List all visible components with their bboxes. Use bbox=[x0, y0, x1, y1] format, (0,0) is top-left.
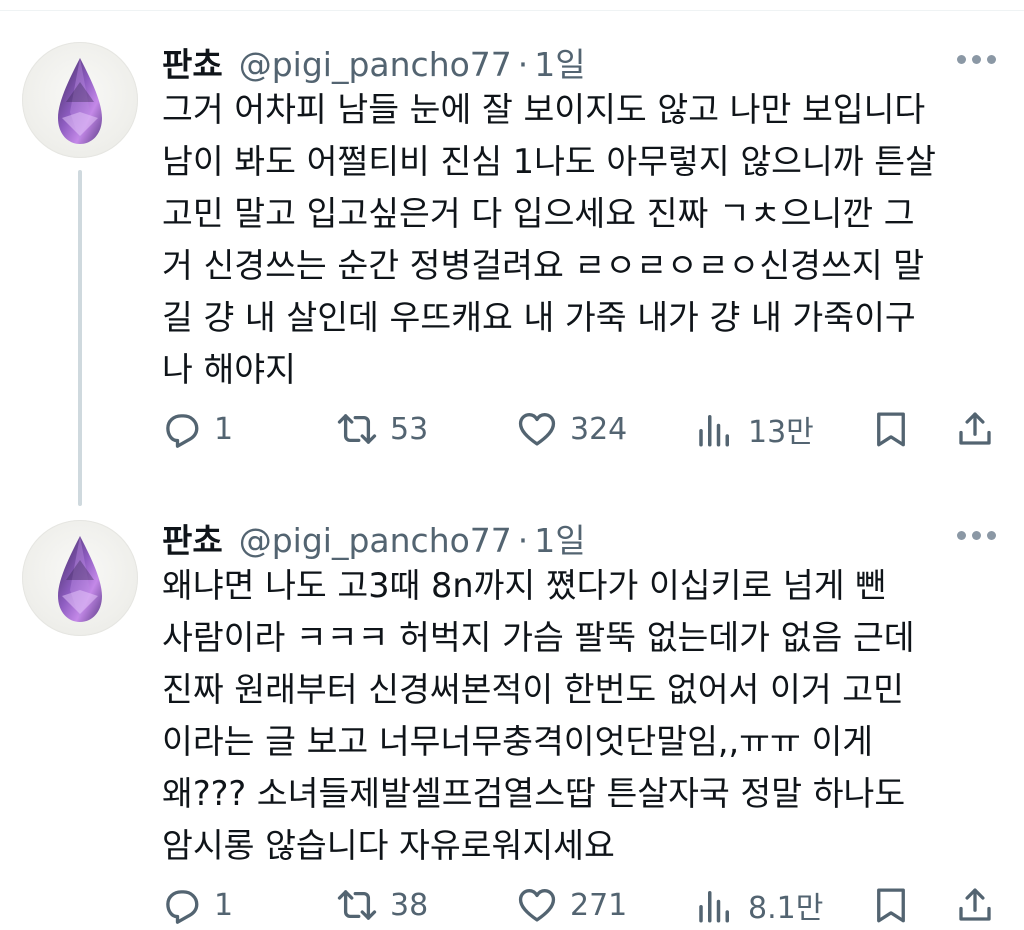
reply-count: 1 bbox=[214, 887, 234, 923]
author-handle[interactable]: @pigi_pancho77 bbox=[239, 45, 512, 84]
heart-icon bbox=[518, 412, 556, 446]
tweet-text-line: 이라는 글 보고 너무너무충격이엇단말임,,ㅠㅠ 이게 bbox=[162, 722, 874, 761]
tweet-text-line: 나 해야지 bbox=[162, 350, 296, 389]
views-count: 8.1만 bbox=[748, 891, 824, 926]
tweet-text: 그거 어차피 남들 눈에 잘 보이지도 않고 나만 보입니다 남이 봐도 어쩔티… bbox=[162, 84, 1012, 396]
tweet-text-line: 남이 봐도 어쩔티비 진심 1나도 아무렇지 않으니까 튼살 bbox=[162, 142, 936, 181]
author-name[interactable]: 판쵸 bbox=[162, 38, 223, 86]
tweet-text-line: 거 신경쓰는 순간 정병걸려요 ㄹㅇㄹㅇㄹㅇ신경쓰지 말 bbox=[162, 246, 925, 285]
tweet-text-line: 그거 어차피 남들 눈에 잘 보이지도 않고 나만 보입니다 bbox=[162, 90, 926, 129]
tweet-text-line: 고민 말고 입고싶은거 다 입으세요 진짜 ㄱㅊ으니깐 그 bbox=[162, 194, 915, 233]
tweet-text-line: 왜??? 소녀들제발셀프검열스땁 튼살자국 정말 하나도 bbox=[162, 774, 906, 813]
share-button[interactable] bbox=[954, 880, 996, 930]
avatar[interactable] bbox=[22, 520, 138, 636]
reply-count: 1 bbox=[214, 411, 234, 447]
tweet[interactable]: 판쵸 @pigi_pancho77 · 1일 그거 어차피 남들 눈에 잘 보이… bbox=[0, 0, 1024, 506]
bookmark-button[interactable] bbox=[870, 880, 912, 930]
more-dots-icon[interactable] bbox=[955, 526, 999, 546]
tweet-text: 왜냐면 나도 고3때 8n까지 쪘다가 이십키로 넘게 뺀 사람이라 ㅋㅋㅋ 허… bbox=[162, 560, 1012, 872]
tweet-actions: 1 53 324 13만 bbox=[0, 404, 1024, 454]
timestamp[interactable]: 1일 bbox=[534, 38, 585, 86]
reply-button[interactable]: 1 bbox=[160, 404, 233, 454]
share-button[interactable] bbox=[954, 404, 996, 454]
share-icon bbox=[959, 412, 991, 445]
bookmark-icon bbox=[877, 412, 905, 447]
amethyst-gem-icon bbox=[58, 536, 102, 622]
timestamp[interactable]: 1일 bbox=[534, 514, 585, 562]
thread-connector bbox=[78, 170, 82, 506]
avatar[interactable] bbox=[22, 42, 138, 158]
bookmark-button[interactable] bbox=[870, 404, 912, 454]
like-button[interactable]: 271 bbox=[516, 880, 627, 930]
views-button[interactable]: 8.1만 bbox=[694, 880, 823, 930]
author-name[interactable]: 판쵸 bbox=[162, 514, 223, 562]
tweet-text-line: 진짜 원래부터 신경써본적이 한번도 없어서 이거 고민 bbox=[162, 670, 904, 709]
like-count: 324 bbox=[570, 411, 628, 447]
like-count: 271 bbox=[570, 887, 628, 923]
retweet-count: 53 bbox=[390, 411, 429, 447]
retweet-button[interactable]: 38 bbox=[336, 880, 428, 930]
author-handle[interactable]: @pigi_pancho77 bbox=[239, 521, 512, 560]
retweet-icon bbox=[337, 890, 377, 920]
separator-dot: · bbox=[517, 45, 529, 84]
like-button[interactable]: 324 bbox=[516, 404, 627, 454]
reply-icon bbox=[166, 890, 199, 924]
retweet-button[interactable]: 53 bbox=[336, 404, 428, 454]
tweet-text-line: 길 걍 내 살인데 우뜨캐요 내 가죽 내가 걍 내 가죽이구 bbox=[162, 298, 916, 337]
tweet-header: 판쵸 @pigi_pancho77 · 1일 bbox=[162, 38, 586, 84]
views-chart-icon bbox=[699, 415, 729, 447]
share-icon bbox=[959, 888, 991, 921]
more-dots-icon[interactable] bbox=[955, 50, 999, 70]
tweet-text-line: 암시롱 않습니다 자유로워지세요 bbox=[162, 826, 615, 865]
retweet-count: 38 bbox=[390, 887, 429, 923]
tweet-actions: 1 38 271 8.1만 bbox=[0, 880, 1024, 930]
views-chart-icon bbox=[699, 891, 729, 923]
amethyst-gem-icon bbox=[58, 58, 102, 144]
reply-icon bbox=[166, 414, 199, 448]
tweet-text-line: 왜냐면 나도 고3때 8n까지 쪘다가 이십키로 넘게 뺀 bbox=[162, 566, 886, 605]
tweet-header: 판쵸 @pigi_pancho77 · 1일 bbox=[162, 514, 586, 560]
heart-icon bbox=[518, 888, 556, 922]
retweet-icon bbox=[337, 414, 377, 444]
reply-button[interactable]: 1 bbox=[160, 880, 233, 930]
bookmark-icon bbox=[877, 888, 905, 923]
views-button[interactable]: 13만 bbox=[694, 404, 814, 454]
views-count: 13만 bbox=[748, 415, 814, 450]
tweet-text-line: 사람이라 ㅋㅋㅋ 허벅지 가슴 팔뚝 없는데가 없음 근데 bbox=[162, 618, 915, 657]
separator-dot: · bbox=[517, 521, 529, 560]
